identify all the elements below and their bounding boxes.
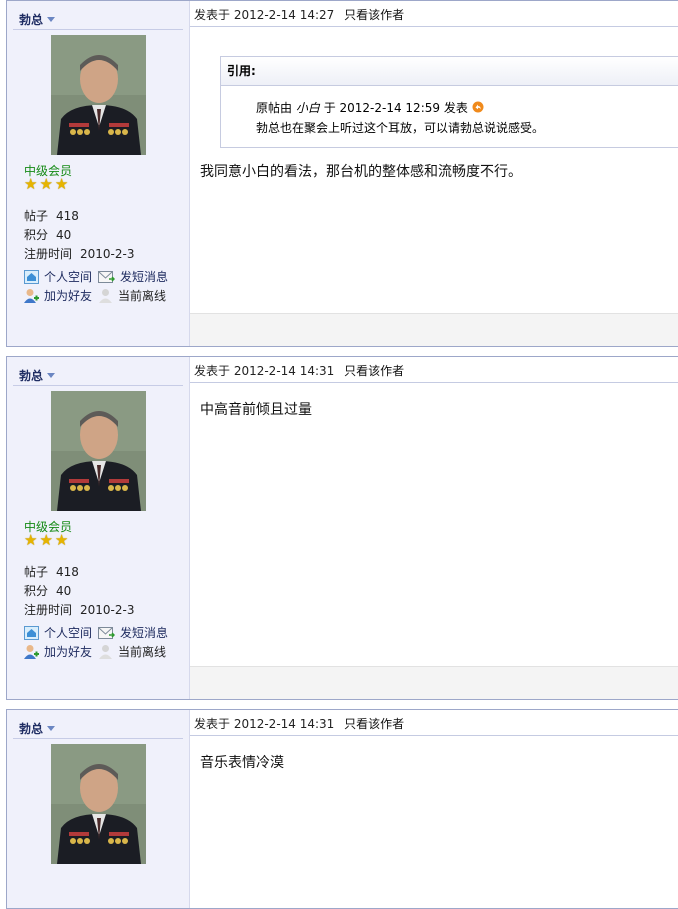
author-row[interactable]: 勃总 <box>19 11 56 28</box>
stat-posts: 帖子 418 <box>24 209 79 223</box>
add-friend-link[interactable]: 加为好友 <box>24 287 92 304</box>
quote-text: 勃总也在聚会上听过这个耳放，可以请勃总说说感受。 <box>256 121 545 135</box>
only-author-link[interactable]: 只看该作者 <box>344 364 404 378</box>
post-message: 中高音前倾且过量 <box>200 402 312 418</box>
rank-stars: ★ ★ ★ <box>24 177 68 192</box>
avatar[interactable] <box>51 35 146 155</box>
only-author-link[interactable]: 只看该作者 <box>344 717 404 731</box>
star-icon: ★ <box>54 175 69 193</box>
post-message: 我同意小白的看法，那台机的整体感和流畅度不行。 <box>200 164 522 180</box>
post-meta: 发表于 2012-2-14 14:27 只看该作者 <box>194 6 404 23</box>
author-sidebar: 勃总 <box>7 710 190 908</box>
post-footer <box>190 666 678 699</box>
offline-user-icon <box>99 645 112 659</box>
stat-registered: 注册时间 2010-2-3 <box>24 603 135 617</box>
home-icon <box>24 269 39 284</box>
stat-points: 积分 40 <box>24 228 72 242</box>
post-content: 发表于 2012-2-14 14:31 只看该作者 音乐表情冷漠 <box>190 710 678 908</box>
author-row[interactable]: 勃总 <box>19 720 56 737</box>
envelope-icon <box>98 626 115 639</box>
quote-title: 引用: <box>221 57 678 86</box>
divider <box>190 382 678 383</box>
post-content: 发表于 2012-2-14 14:27 只看该作者 引用: 原帖由 小白 于 2… <box>190 1 678 346</box>
author-name[interactable]: 勃总 <box>19 720 43 737</box>
stat-registered: 注册时间 2010-2-3 <box>24 247 135 261</box>
star-icon: ★ <box>24 175 38 193</box>
author-sidebar: 勃总 中级会员 ★ ★ ★ 帖子 418 积分 40 注册时间 2010-2-3… <box>7 1 190 346</box>
chevron-down-icon[interactable] <box>47 16 56 22</box>
offline-user-icon <box>99 289 112 303</box>
quote-source: 原帖由 小白 于 2012-2-14 12:59 发表 <box>256 99 484 116</box>
home-icon <box>24 625 39 640</box>
star-icon: ★ <box>24 531 38 549</box>
star-icon: ★ <box>54 531 69 549</box>
post-date: 发表于 2012-2-14 14:31 <box>194 717 335 731</box>
envelope-icon <box>98 270 115 283</box>
personal-space-link[interactable]: 个人空间 <box>24 268 92 285</box>
post-content: 发表于 2012-2-14 14:31 只看该作者 中高音前倾且过量 <box>190 357 678 699</box>
send-message-link[interactable]: 发短消息 <box>98 268 168 285</box>
star-icon: ★ <box>39 531 53 549</box>
quote-author[interactable]: 小白 <box>296 101 320 115</box>
stat-posts: 帖子 418 <box>24 565 79 579</box>
divider <box>13 385 183 386</box>
post-1: 勃总 中级会员 ★ ★ ★ 帖子 418 积分 40 注册时间 2010-2-3… <box>6 0 678 347</box>
online-status: 当前离线 <box>98 643 166 660</box>
post-date: 发表于 2012-2-14 14:31 <box>194 364 335 378</box>
author-name[interactable]: 勃总 <box>19 11 43 28</box>
post-2: 勃总 中级会员 ★ ★ ★ 帖子 418 积分 40 注册时间 2010-2-3… <box>6 356 678 700</box>
add-user-icon <box>24 645 39 659</box>
jump-to-post-icon[interactable] <box>472 101 484 113</box>
star-icon: ★ <box>39 175 53 193</box>
divider <box>190 735 678 736</box>
chevron-down-icon[interactable] <box>47 725 56 731</box>
quote-box: 引用: 原帖由 小白 于 2012-2-14 12:59 发表 勃总也在聚会上听… <box>220 56 678 148</box>
add-user-icon <box>24 289 39 303</box>
post-date: 发表于 2012-2-14 14:27 <box>194 8 335 22</box>
personal-space-link[interactable]: 个人空间 <box>24 624 92 641</box>
send-message-link[interactable]: 发短消息 <box>98 624 168 641</box>
avatar[interactable] <box>51 744 146 864</box>
divider <box>13 738 183 739</box>
stat-points: 积分 40 <box>24 584 72 598</box>
online-status: 当前离线 <box>98 287 166 304</box>
post-footer <box>190 313 678 346</box>
post-message: 音乐表情冷漠 <box>200 755 284 771</box>
chevron-down-icon[interactable] <box>47 372 56 378</box>
divider <box>190 26 678 27</box>
divider <box>13 29 183 30</box>
author-sidebar: 勃总 中级会员 ★ ★ ★ 帖子 418 积分 40 注册时间 2010-2-3… <box>7 357 190 699</box>
post-meta: 发表于 2012-2-14 14:31 只看该作者 <box>194 715 404 732</box>
author-row[interactable]: 勃总 <box>19 367 56 384</box>
post-meta: 发表于 2012-2-14 14:31 只看该作者 <box>194 362 404 379</box>
author-name[interactable]: 勃总 <box>19 367 43 384</box>
rank-stars: ★ ★ ★ <box>24 533 68 548</box>
avatar[interactable] <box>51 391 146 511</box>
add-friend-link[interactable]: 加为好友 <box>24 643 92 660</box>
post-3: 勃总 发表于 2012-2-14 14:31 只看该作者 音乐表情冷漠 <box>6 709 678 909</box>
only-author-link[interactable]: 只看该作者 <box>344 8 404 22</box>
